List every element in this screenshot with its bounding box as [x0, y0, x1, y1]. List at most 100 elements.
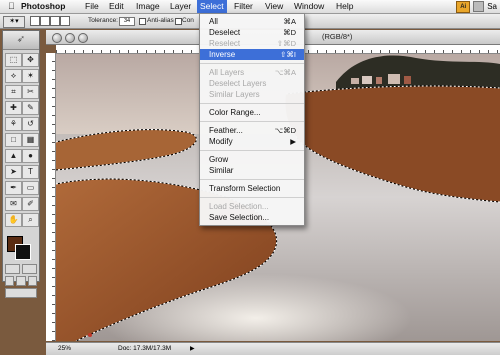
menu-item-deselect-layers[interactable]: Deselect Layers: [200, 78, 304, 89]
menu-separator: [200, 179, 304, 180]
screen-mode-buttons: [5, 276, 37, 286]
new-selection-icon[interactable]: [30, 16, 40, 26]
menu-item-grow[interactable]: Grow: [200, 154, 304, 165]
menu-item-all-layers[interactable]: All Layers ⌥⌘A: [200, 67, 304, 78]
menu-separator: [200, 103, 304, 104]
contiguous-label: Con: [182, 17, 194, 24]
jump-to-imageready-icon[interactable]: [5, 288, 37, 298]
anti-alias-checkbox[interactable]: [139, 18, 146, 25]
menu-separator: [200, 121, 304, 122]
full-screen-icon[interactable]: [27, 276, 37, 286]
hand-tool-icon[interactable]: ✋: [5, 213, 22, 227]
close-window-icon[interactable]: [52, 33, 62, 43]
menu-item-color-range[interactable]: Color Range...: [200, 107, 304, 118]
color-swatches: [5, 234, 37, 260]
speaker-icon[interactable]: [473, 1, 485, 12]
shape-tool-icon[interactable]: ▭: [22, 181, 39, 195]
menu-item-all[interactable]: All ⌘A: [200, 16, 304, 27]
menu-item-reselect[interactable]: Reselect ⇧⌘D: [200, 38, 304, 49]
standard-screen-icon[interactable]: [5, 276, 15, 286]
apple-menu-icon[interactable]: : [5, 0, 18, 13]
menu-edit[interactable]: Edit: [106, 0, 127, 13]
menu-item-shortcut: ⇧⌘I: [280, 50, 296, 59]
mask-mode-buttons: [5, 264, 37, 274]
menu-item-label: Inverse: [209, 50, 236, 59]
menubar-clock[interactable]: Sa: [487, 0, 497, 13]
menu-item-shortcut: ⌥⌘D: [274, 126, 296, 135]
menu-bar:  Photoshop File Edit Image Layer Select…: [0, 0, 500, 14]
menu-item-modify[interactable]: Modify ▶: [200, 136, 304, 147]
clone-stamp-icon[interactable]: ⚘: [5, 117, 22, 131]
background-color-swatch[interactable]: [15, 244, 31, 260]
full-screen-menu-icon[interactable]: [16, 276, 26, 286]
magic-wand-tool-icon[interactable]: ✶: [22, 69, 39, 83]
imageready-button: [5, 288, 37, 298]
quick-mask-icon[interactable]: [22, 264, 37, 274]
menu-help[interactable]: Help: [333, 0, 356, 13]
illustrator-icon[interactable]: Ai: [456, 0, 471, 13]
menu-item-label: Grow: [209, 155, 229, 164]
menu-item-save-selection[interactable]: Save Selection...: [200, 212, 304, 223]
minimize-window-icon[interactable]: [65, 33, 75, 43]
menu-item-label: Load Selection...: [209, 202, 269, 211]
menu-separator: [200, 197, 304, 198]
menubar-extras: Ai Sa: [456, 0, 500, 13]
tolerance-input[interactable]: 34: [119, 17, 135, 26]
menu-select[interactable]: Select: [197, 0, 227, 13]
brush-tool-icon[interactable]: ✎: [22, 101, 39, 115]
type-tool-icon[interactable]: T: [22, 165, 39, 179]
intersect-selection-icon[interactable]: [60, 16, 70, 26]
healing-brush-icon[interactable]: ✚: [5, 101, 22, 115]
zoom-window-icon[interactable]: [78, 33, 88, 43]
vertical-ruler[interactable]: [46, 53, 56, 341]
zoom-level[interactable]: 25%: [58, 343, 71, 355]
menu-item-label: Save Selection...: [209, 213, 270, 222]
menu-filter[interactable]: Filter: [231, 0, 256, 13]
path-select-icon[interactable]: ➤: [5, 165, 22, 179]
menu-item-shortcut: ⌘A: [283, 17, 296, 26]
dodge-tool-icon[interactable]: ●: [22, 149, 39, 163]
pen-tool-icon[interactable]: ✒: [5, 181, 22, 195]
standard-mode-icon[interactable]: [5, 264, 20, 274]
menu-item-load-selection[interactable]: Load Selection...: [200, 201, 304, 212]
gradient-tool-icon[interactable]: ▦: [22, 133, 39, 147]
crop-tool-icon[interactable]: ⌗: [5, 85, 22, 99]
menu-image[interactable]: Image: [133, 0, 163, 13]
menu-file[interactable]: File: [82, 0, 102, 13]
zoom-tool-icon[interactable]: ⌕: [22, 213, 39, 227]
menu-item-deselect[interactable]: Deselect ⌘D: [200, 27, 304, 38]
magic-wand-icon[interactable]: ✶▾: [3, 16, 25, 28]
blur-tool-icon[interactable]: ▲: [5, 149, 22, 163]
feather-logo-icon[interactable]: ➶: [3, 31, 39, 50]
menu-item-similar-layers[interactable]: Similar Layers: [200, 89, 304, 100]
status-menu-arrow-icon[interactable]: ▶: [190, 343, 195, 355]
move-tool-icon[interactable]: ✥: [22, 53, 39, 67]
menu-item-label: Similar Layers: [209, 90, 260, 99]
history-brush-icon[interactable]: ↺: [22, 117, 39, 131]
menu-item-inverse[interactable]: Inverse ⇧⌘I: [200, 49, 304, 60]
menu-layer[interactable]: Layer: [167, 0, 194, 13]
menu-item-label: Reselect: [209, 39, 241, 48]
menu-window[interactable]: Window: [291, 0, 327, 13]
eyedropper-tool-icon[interactable]: ✐: [22, 197, 39, 211]
menu-view[interactable]: View: [262, 0, 286, 13]
anti-alias-label: Anti-alias: [147, 17, 174, 24]
document-title: (RGB/8*): [322, 32, 353, 41]
marquee-tool-icon[interactable]: ⬚: [5, 53, 22, 67]
eraser-tool-icon[interactable]: □: [5, 133, 22, 147]
menu-item-transform-selection[interactable]: Transform Selection: [200, 183, 304, 194]
add-selection-icon[interactable]: [40, 16, 50, 26]
contiguous-checkbox[interactable]: [175, 18, 182, 25]
lasso-tool-icon[interactable]: ⟡: [5, 69, 22, 83]
tolerance-label: Tolerance:: [88, 17, 118, 24]
notes-tool-icon[interactable]: ✉: [5, 197, 22, 211]
menu-item-feather[interactable]: Feather... ⌥⌘D: [200, 125, 304, 136]
menu-item-label: Deselect Layers: [209, 79, 267, 88]
menu-photoshop[interactable]: Photoshop: [18, 0, 68, 13]
document-size: Doc: 17.3M/17.3M: [118, 345, 172, 352]
menu-item-similar[interactable]: Similar: [200, 165, 304, 176]
slice-tool-icon[interactable]: ✂: [22, 85, 39, 99]
subtract-selection-icon[interactable]: [50, 16, 60, 26]
menu-item-label: All Layers: [209, 68, 245, 77]
tool-palette: ➶ ⬚ ✥ ⟡ ✶ ⌗ ✂ ✚ ✎ ⚘ ↺ □ ▦ ▲ ● ➤ T ✒ ▭ ✉ ✐ ✋ ⌕: [2, 30, 40, 298]
